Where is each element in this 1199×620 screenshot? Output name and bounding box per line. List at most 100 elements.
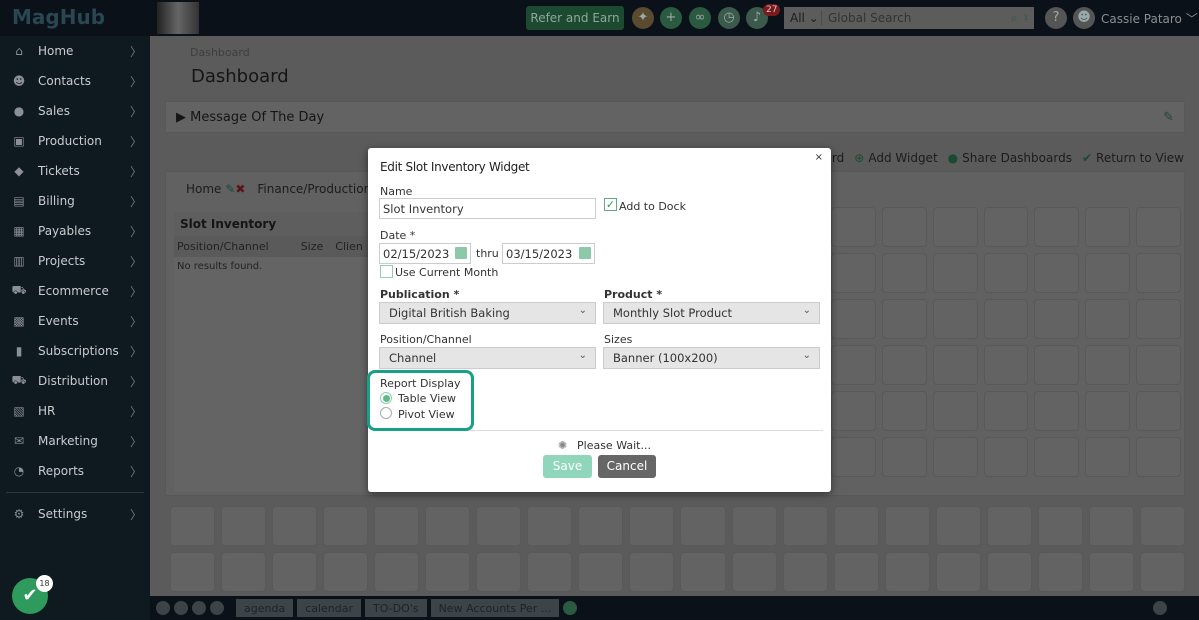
share-dashboards-button[interactable]: ● Share Dashboards xyxy=(948,151,1072,165)
publication-select[interactable]: Digital British Baking ⌄ xyxy=(379,302,596,324)
rocket-icon[interactable]: ✦ xyxy=(632,7,654,29)
sidebar-item-subscriptions[interactable]: ▮ Subscriptions 〉 xyxy=(0,336,150,366)
dock-toggle-icon[interactable] xyxy=(1153,601,1167,615)
link-icon[interactable]: ∞ xyxy=(689,7,711,29)
name-label: Name xyxy=(380,185,413,198)
grid-cell xyxy=(1037,552,1083,592)
search-input[interactable]: Global Search xyxy=(822,11,1011,25)
sidebar-item-ecommerce[interactable]: ⛟ Ecommerce 〉 xyxy=(0,276,150,306)
help-icon[interactable]: ? xyxy=(1045,7,1067,29)
calendar-icon[interactable] xyxy=(455,247,467,259)
column-header[interactable]: Clien xyxy=(335,240,363,253)
grid-cell xyxy=(833,506,879,546)
grid-cell xyxy=(629,552,675,592)
cancel-button[interactable]: Cancel xyxy=(598,455,656,478)
pivot-view-radio[interactable] xyxy=(380,407,392,419)
sidebar-item-reports[interactable]: ◔ Reports 〉 xyxy=(0,456,150,486)
gear-icon: ⚙ xyxy=(13,507,25,521)
product-select[interactable]: Monthly Slot Product ⌄ xyxy=(603,302,820,324)
message-of-the-day[interactable]: ▶ Message Of The Day ✎ xyxy=(165,101,1185,133)
date-from-input[interactable]: 02/15/2023 xyxy=(379,243,471,264)
sidebar-item-payables[interactable]: ▦ Payables 〉 xyxy=(0,216,150,246)
sales-icon: ● xyxy=(13,104,25,118)
grid-cell xyxy=(1085,437,1131,477)
sidebar-divider xyxy=(6,492,144,493)
use-current-month-checkbox[interactable] xyxy=(380,265,393,278)
name-input[interactable]: Slot Inventory xyxy=(379,198,596,219)
sidebar-item-settings[interactable]: ⚙ Settings 〉 xyxy=(0,499,150,529)
add-icon[interactable]: + xyxy=(660,7,682,29)
calendar-icon[interactable] xyxy=(579,247,591,259)
chevron-right-icon: 〉 xyxy=(129,224,142,239)
grid-cell xyxy=(680,552,726,592)
sidebar-item-hr[interactable]: ▧ HR 〉 xyxy=(0,396,150,426)
sidebar-item-production[interactable]: ▣ Production 〉 xyxy=(0,126,150,156)
grid-cell xyxy=(831,253,876,293)
user-menu[interactable]: Cassie Pataro ﹀ xyxy=(1101,10,1198,27)
tickets-icon: ◆ xyxy=(14,164,24,178)
sidebar-item-billing[interactable]: ▤ Billing 〉 xyxy=(0,186,150,216)
search-icon[interactable]: ⌕ xyxy=(1011,11,1018,26)
mail-icon[interactable] xyxy=(174,601,188,615)
dock-tab[interactable]: TO-DO's xyxy=(365,599,427,617)
refer-and-earn-button[interactable]: Refer and Earn xyxy=(526,6,624,30)
add-widget-button[interactable]: ⊕ Add Widget xyxy=(854,151,937,165)
search-scope-select[interactable]: All ⌄ xyxy=(784,11,822,25)
edit-icon[interactable]: ✎ xyxy=(1163,110,1174,125)
chevron-right-icon: 〉 xyxy=(129,284,142,299)
grid-cell xyxy=(831,207,876,247)
chevron-right-icon: 〉 xyxy=(129,104,142,119)
avatar[interactable]: ☻ xyxy=(1073,7,1095,29)
position-channel-select[interactable]: Channel ⌄ xyxy=(379,347,596,369)
grid-cell xyxy=(527,506,573,546)
report-display-label: Report Display xyxy=(380,377,461,390)
grid-cell xyxy=(932,437,978,477)
sizes-select[interactable]: Banner (100x200) ⌄ xyxy=(603,347,820,369)
sidebar-item-home[interactable]: ⌂ Home 〉 xyxy=(0,36,150,66)
grid-cell xyxy=(1139,506,1185,546)
sidebar-item-distribution[interactable]: ⛟ Distribution 〉 xyxy=(0,366,150,396)
grid-cell xyxy=(983,437,1029,477)
column-header[interactable]: Position/Channel xyxy=(177,240,269,253)
sidebar: ⌂ Home 〉 ☻ Contacts 〉 ● Sales 〉 ▣ Production 〉 ◆ Tick… xyxy=(0,36,150,620)
tab-home[interactable]: Home ✎✖ xyxy=(186,182,245,196)
breadcrumb[interactable]: Dashboard xyxy=(190,46,250,59)
grid-cell xyxy=(1037,506,1083,546)
table-view-radio[interactable] xyxy=(380,392,392,404)
clock-icon[interactable] xyxy=(156,601,170,615)
sizes-label: Sizes xyxy=(604,333,633,346)
grid-cell xyxy=(527,552,573,592)
sidebar-item-sales[interactable]: ● Sales 〉 xyxy=(0,96,150,126)
microphone-icon[interactable]: ♮ xyxy=(1024,11,1028,25)
edit-icon[interactable] xyxy=(563,601,578,615)
grid-cell xyxy=(782,552,828,592)
return-to-view-button[interactable]: ✔ Return to View xyxy=(1082,151,1184,165)
chevron-right-icon: 〉 xyxy=(129,194,142,209)
grid-cell xyxy=(1136,391,1181,431)
date-to-input[interactable]: 03/15/2023 xyxy=(502,243,595,264)
grid-cell xyxy=(932,391,978,431)
history-icon[interactable]: ◷ xyxy=(718,7,740,29)
chevron-right-icon: 〉 xyxy=(129,74,142,89)
cart-icon: ⛟ xyxy=(11,283,27,297)
publication-label: Publication * xyxy=(380,288,460,301)
add-to-dock-checkbox[interactable]: ✓ xyxy=(604,198,617,211)
sidebar-item-tickets[interactable]: ◆ Tickets 〉 xyxy=(0,156,150,186)
dock-tab[interactable]: calendar xyxy=(297,599,362,617)
close-icon[interactable]: × xyxy=(815,152,823,163)
sidebar-item-contacts[interactable]: ☻ Contacts 〉 xyxy=(0,66,150,96)
sidebar-item-projects[interactable]: ▥ Projects 〉 xyxy=(0,246,150,276)
save-button[interactable]: Save xyxy=(543,455,592,478)
dock-tab[interactable]: agenda xyxy=(236,599,294,617)
dock-tab[interactable]: New Accounts Per ... xyxy=(430,599,560,617)
grid-cell xyxy=(831,391,876,431)
contact-icon[interactable] xyxy=(210,601,224,615)
chat-icon[interactable] xyxy=(192,601,206,615)
tab-finance-production[interactable]: Finance/Production xyxy=(257,182,371,196)
sidebar-item-events[interactable]: ▩ Events 〉 xyxy=(0,306,150,336)
sidebar-item-marketing[interactable]: ✉ Marketing 〉 xyxy=(0,426,150,456)
column-header[interactable]: Size xyxy=(301,240,324,253)
grid-cell xyxy=(983,253,1029,293)
global-search[interactable]: All ⌄ Global Search ⌕ ♮ xyxy=(784,7,1034,29)
logo[interactable]: MagHub xyxy=(12,5,105,29)
